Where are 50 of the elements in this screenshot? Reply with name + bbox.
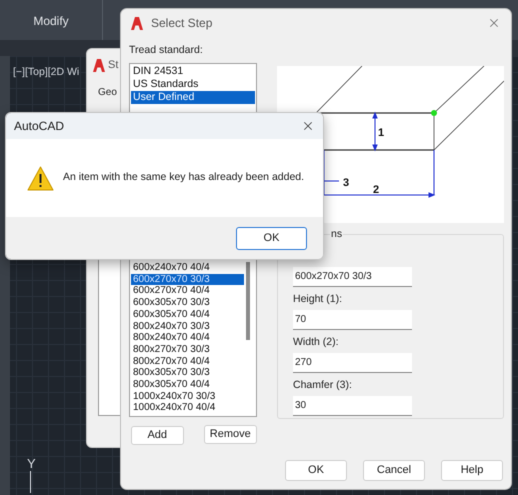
list-item[interactable]: 800x240x70 30/3: [131, 320, 244, 332]
field-label: Height (1):: [293, 292, 344, 306]
list-item[interactable]: 800x305x70 30/3: [131, 367, 244, 380]
section-label: Geo: [98, 86, 117, 100]
ok-button[interactable]: OK: [236, 226, 307, 250]
list-item[interactable]: DIN 24531: [131, 65, 255, 78]
autocad-logo-icon: [93, 58, 105, 72]
y-axis-line: [30, 471, 31, 493]
list-item[interactable]: User Defined: [131, 91, 255, 104]
remove-button[interactable]: Remove: [204, 425, 257, 444]
message-box-title: AutoCAD: [14, 118, 66, 135]
list-item[interactable]: 1000x240x70 30/3: [131, 390, 244, 402]
field-label: Width (2):: [293, 335, 340, 349]
dialog-title: Select Step: [151, 15, 214, 32]
dialog-button[interactable]: Help: [441, 460, 503, 481]
list-item[interactable]: 800x240x70 40/4: [131, 332, 244, 344]
warning-icon: [27, 166, 54, 190]
add-button[interactable]: Add: [131, 426, 184, 445]
dimension-label: 3: [343, 177, 350, 189]
scrollbar-thumb[interactable]: [246, 262, 250, 340]
axis-label: Y: [27, 457, 36, 471]
ribbon-panel-label: Modify: [33, 13, 69, 30]
dialog-button[interactable]: OK: [285, 460, 347, 481]
list-item[interactable]: 1000x240x70 40/4: [131, 402, 244, 414]
dialog-button[interactable]: Cancel: [363, 460, 425, 481]
grip-point-icon: [431, 110, 437, 116]
message-text: An item with the same key has already been added.: [63, 170, 304, 186]
autocad-logo-icon: [131, 16, 143, 30]
tread-standard-label: Tread standard:: [129, 43, 204, 57]
close-icon[interactable]: [487, 16, 501, 30]
name-field[interactable]: 600x270x70 30/3: [293, 267, 412, 287]
input-field[interactable]: 30: [293, 396, 412, 416]
dimension-label: 2: [373, 184, 380, 196]
list-item[interactable]: 600x240x70 40/4: [131, 262, 244, 274]
list-item[interactable]: 800x305x70 40/4: [131, 379, 244, 391]
list-item[interactable]: 600x305x70 40/4: [131, 308, 244, 321]
dialog-title: St: [108, 58, 118, 73]
list-item[interactable]: 800x270x70 40/4: [131, 356, 244, 368]
list-item[interactable]: 600x270x70 30/3: [131, 274, 244, 286]
list-item[interactable]: 600x305x70 30/3: [131, 297, 244, 309]
group-legend: ns: [330, 228, 344, 240]
input-field[interactable]: 70: [293, 310, 412, 330]
close-icon[interactable]: [301, 119, 315, 133]
viewport-label: [−][Top][2D Wi: [13, 65, 80, 80]
list-item[interactable]: 600x270x70 40/4: [131, 285, 244, 298]
input-field[interactable]: 270: [293, 353, 412, 373]
list-item[interactable]: US Standards: [131, 78, 255, 91]
list-item[interactable]: 800x270x70 30/3: [131, 344, 244, 356]
dimension-label: 1: [378, 127, 384, 139]
field-label: Chamfer (3):: [293, 378, 353, 392]
